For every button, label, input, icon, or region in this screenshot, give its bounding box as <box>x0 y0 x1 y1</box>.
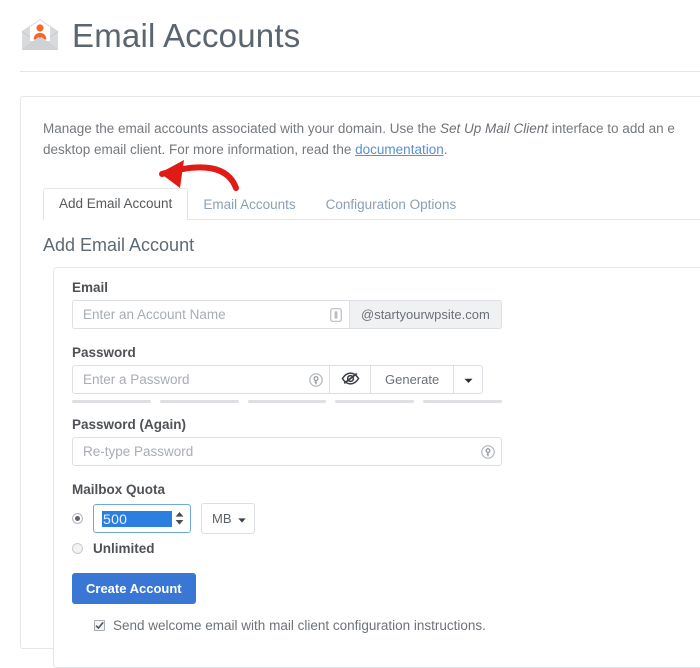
quota-unlimited-radio[interactable] <box>72 543 83 554</box>
email-input[interactable]: Enter an Account Name <box>72 300 350 329</box>
welcome-email-label: Send welcome email with mail client conf… <box>113 618 486 633</box>
password-field-label: Password <box>72 345 136 360</box>
password-input-group: Enter a Password Generate <box>72 365 700 394</box>
password-again-input[interactable]: Re-type Password <box>72 437 502 466</box>
email-input-group: Enter an Account Name @startyourwpsite.c… <box>72 300 700 329</box>
header-divider <box>20 71 700 72</box>
toggle-password-visibility-button[interactable] <box>330 365 371 394</box>
mailbox-quota-label: Mailbox Quota <box>72 482 166 497</box>
generate-password-button[interactable]: Generate <box>371 365 455 394</box>
tab-bar: Add Email Account Email Accounts Configu… <box>43 185 700 220</box>
page-header: Email Accounts <box>0 0 700 56</box>
password-strength-meter <box>72 400 502 403</box>
add-email-account-form: Email Enter an Account Name @startyourwp… <box>53 267 700 668</box>
password-again-placeholder: Re-type Password <box>83 444 194 459</box>
strength-segment <box>247 400 327 403</box>
strength-segment <box>335 400 415 403</box>
create-account-button[interactable]: Create Account <box>72 573 196 604</box>
spinner-updown-icon[interactable] <box>172 512 186 525</box>
envelope-user-icon <box>18 15 62 55</box>
email-input-placeholder: Enter an Account Name <box>83 307 226 322</box>
quota-value-text: 500 <box>102 510 172 527</box>
welcome-email-row[interactable]: Send welcome email with mail client conf… <box>94 618 700 633</box>
generate-options-dropdown-button[interactable] <box>454 365 484 394</box>
email-accounts-card: Manage the email accounts associated wit… <box>20 96 700 668</box>
tab-email-accounts[interactable]: Email Accounts <box>188 190 310 221</box>
quota-unit-label: MB <box>212 511 232 526</box>
tab-configuration-options[interactable]: Configuration Options <box>311 190 472 221</box>
email-domain-suffix: @startyourwpsite.com <box>350 300 502 329</box>
caret-down-icon <box>237 511 246 526</box>
tab-add-email-account[interactable]: Add Email Account <box>43 187 189 220</box>
strength-segment <box>72 400 151 403</box>
password-input-placeholder: Enter a Password <box>83 372 190 387</box>
quota-unlimited-row[interactable]: Unlimited <box>72 541 700 556</box>
quota-value-input[interactable]: 500 <box>93 504 191 533</box>
strength-segment <box>423 400 502 403</box>
password-input[interactable]: Enter a Password <box>72 365 330 394</box>
description-text-d: . <box>443 141 448 157</box>
welcome-email-checkbox[interactable] <box>94 620 105 631</box>
key-icon[interactable] <box>303 372 329 387</box>
quota-unlimited-label: Unlimited <box>93 541 155 556</box>
documentation-link[interactable]: documentation <box>355 142 444 157</box>
quota-limited-radio[interactable] <box>72 513 83 524</box>
description-text-c: desktop email client. For more informati… <box>43 141 356 157</box>
section-title: Add Email Account <box>43 235 195 255</box>
strength-segment <box>159 400 239 403</box>
set-up-mail-client-emphasis: Set Up Mail Client <box>439 121 549 136</box>
password-again-input-group: Re-type Password <box>72 437 700 466</box>
description-text-b: interface to add an e <box>548 121 675 136</box>
eye-slash-icon <box>340 371 360 389</box>
key-icon[interactable] <box>475 444 501 459</box>
intro-description: Manage the email accounts associated wit… <box>43 119 700 161</box>
quota-value-row: 500 MB <box>72 503 700 534</box>
page-title: Email Accounts <box>72 16 301 54</box>
chevron-down-icon <box>464 372 473 387</box>
description-text-a: Manage the email accounts associated wit… <box>43 121 440 136</box>
quota-unit-select[interactable]: MB <box>201 503 255 534</box>
clipboard-icon[interactable] <box>323 307 349 322</box>
email-field-label: Email <box>72 280 109 295</box>
password-again-field-label: Password (Again) <box>72 417 187 432</box>
